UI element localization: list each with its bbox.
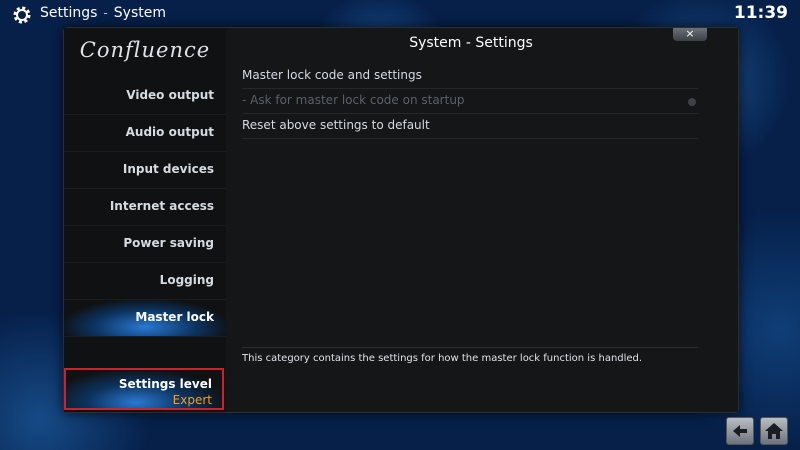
sidebar-item-master-lock[interactable]: Master lock xyxy=(64,300,226,337)
setting-label: Reset above settings to default xyxy=(242,118,430,132)
divider xyxy=(242,347,698,348)
breadcrumb-section: System xyxy=(113,5,166,21)
settings-dialog: Confluence Video output Audio output Inp… xyxy=(63,27,739,413)
sidebar-item-video-output[interactable]: Video output xyxy=(64,78,226,115)
setting-label: Master lock code and settings xyxy=(242,68,422,82)
setting-reset-defaults[interactable]: Reset above settings to default xyxy=(242,114,698,139)
settings-level-value: Expert xyxy=(172,393,212,407)
close-button[interactable]: × xyxy=(673,28,707,41)
back-button[interactable] xyxy=(726,417,754,445)
sidebar-item-label: Internet access xyxy=(109,199,214,213)
clock: 11:39 xyxy=(733,3,788,23)
settings-level-label: Settings level xyxy=(118,377,212,391)
breadcrumb: Settings - System xyxy=(40,5,166,21)
back-arrow-icon xyxy=(733,425,747,437)
setting-label: - Ask for master lock code on startup xyxy=(242,93,465,107)
sidebar-item-label: Audio output xyxy=(125,125,214,139)
top-bar: Settings - System 11:39 xyxy=(0,0,800,28)
sidebar-item-input-devices[interactable]: Input devices xyxy=(64,152,226,189)
sidebar-item-label: Master lock xyxy=(135,310,214,324)
sidebar-item-audio-output[interactable]: Audio output xyxy=(64,115,226,152)
setting-ask-master-lock-on-startup: - Ask for master lock code on startup xyxy=(242,89,698,114)
radio-toggle-icon xyxy=(688,98,696,106)
setting-master-lock-code[interactable]: Master lock code and settings xyxy=(242,64,698,89)
sidebar-item-power-saving[interactable]: Power saving xyxy=(64,226,226,263)
sidebar-item-label: Video output xyxy=(126,88,214,102)
breadcrumb-app: Settings xyxy=(40,5,98,21)
settings-panel: System - Settings × Master lock code and… xyxy=(226,28,738,412)
sidebar: Confluence Video output Audio output Inp… xyxy=(64,28,226,412)
sidebar-item-label: Power saving xyxy=(123,236,214,250)
sidebar-item-logging[interactable]: Logging xyxy=(64,263,226,300)
logo: Confluence xyxy=(79,38,211,62)
home-icon xyxy=(765,423,783,439)
category-description: This category contains the settings for … xyxy=(242,353,643,364)
sidebar-item-internet-access[interactable]: Internet access xyxy=(64,189,226,226)
gear-icon xyxy=(13,6,31,24)
sidebar-item-label: Logging xyxy=(159,273,214,287)
breadcrumb-separator: - xyxy=(103,6,108,20)
settings-level-button[interactable]: Settings level Expert xyxy=(64,368,224,410)
sidebar-item-label: Input devices xyxy=(122,162,214,176)
close-icon: × xyxy=(685,27,695,40)
dialog-title: System - Settings xyxy=(409,35,533,51)
home-button[interactable] xyxy=(760,417,788,445)
